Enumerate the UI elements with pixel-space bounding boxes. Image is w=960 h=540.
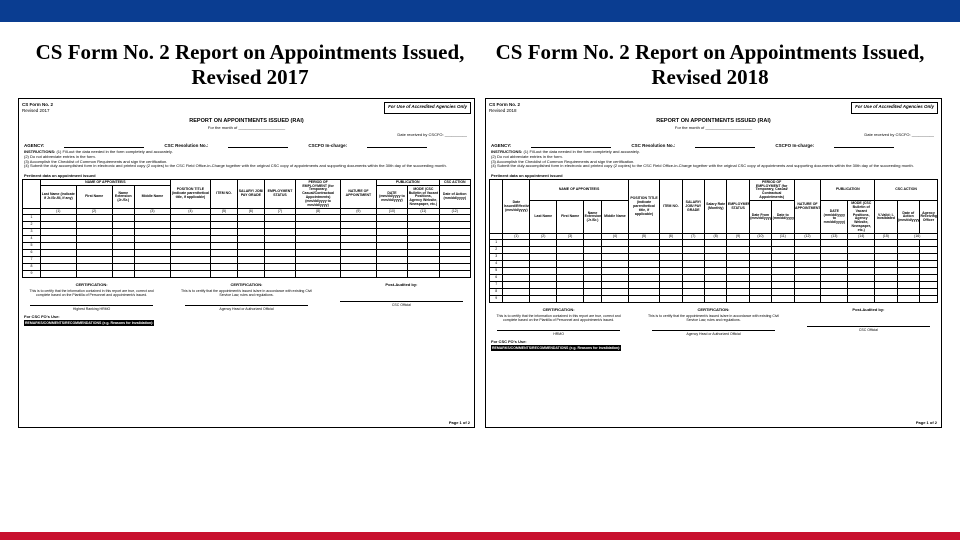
post-head-2018: Post-Audited by: bbox=[799, 307, 938, 312]
form-2018: CS Form No. 2 Revised 2018 For Use of Ac… bbox=[485, 98, 942, 428]
col18-position: POSITION TITLE (indicate parenthetical t… bbox=[628, 180, 659, 234]
sig1-2017: Highest Ranking HRMO bbox=[30, 305, 153, 311]
post-head-2017: Post-Audited by: bbox=[332, 282, 471, 287]
cscres-blank bbox=[228, 143, 288, 148]
col18-nature: NATURE OF APPOINTMENT bbox=[794, 180, 821, 234]
month-line-2017: For the month of _____________________ bbox=[22, 125, 471, 130]
accredited-box-2017: For Use of Accredited Agencies Only bbox=[384, 102, 471, 114]
cscfo-2018: CSCFO In-charge: bbox=[775, 143, 814, 148]
col-position: POSITION TITLE (indicate parenthetical t… bbox=[170, 180, 210, 209]
col-last: Last Name (indicate if Jr./Sr./III, if a… bbox=[40, 186, 76, 209]
cert-head2-2018: CERTIFICATION: bbox=[644, 307, 783, 312]
cscres-blank18 bbox=[695, 143, 755, 148]
csc-res-2018: CSC Resolution No.: bbox=[631, 143, 675, 148]
agency-label-2018: AGENCY: bbox=[491, 143, 511, 148]
titles-row: CS Form No. 2 Report on Appointments Iss… bbox=[0, 22, 960, 98]
sig1-2018: HRMO bbox=[497, 330, 620, 336]
agency-label-2017: AGENCY: bbox=[24, 143, 44, 148]
col18-middle: Middle Name bbox=[601, 201, 628, 234]
col18-cscaction: CSC ACTION bbox=[875, 180, 938, 201]
col18-pubdate: DATE (mm/dd/yyyy to mm/dd/yyyy) bbox=[821, 201, 848, 234]
sig3-2017: CSC Official bbox=[340, 301, 463, 307]
date-recv-2017: Date received by CSCFO: __________ bbox=[26, 132, 467, 137]
col-ext: Name Extension (Jr./Sr.) bbox=[112, 186, 134, 209]
agency-blank bbox=[64, 143, 144, 148]
report-title-2018: REPORT ON APPOINTMENTS ISSUED (RAI) bbox=[489, 118, 938, 124]
title-2017: CS Form No. 2 Report on Appointments Iss… bbox=[29, 40, 471, 90]
col18-first: First Name bbox=[557, 201, 584, 234]
col18-from: Date From (mm/dd/yyyy) bbox=[749, 201, 771, 234]
table-2017: NAME OF APPOINTEE/S POSITION TITLE (indi… bbox=[22, 179, 471, 278]
col-salary: SALARY/ JOB/ PAY GRADE bbox=[237, 180, 264, 209]
cert-body2-2017: This is to certify that the appointment/… bbox=[177, 289, 316, 297]
accredited-box-2018: For Use of Accredited Agencies Only bbox=[851, 102, 938, 114]
pertinent-2017: Pertinent data on appointment issued bbox=[24, 173, 469, 178]
col-first: First Name bbox=[76, 186, 112, 209]
col-period: PERIOD OF EMPLOYMENT (for Temporary, Cas… bbox=[296, 180, 341, 209]
report-title-2017: REPORT ON APPOINTMENTS ISSUED (RAI) bbox=[22, 118, 471, 124]
col18-dateissued: Date Issued/Effectivity (mm/dd/yyyy) bbox=[503, 180, 530, 234]
page-2018: Page 1 of 2 bbox=[916, 420, 937, 425]
cscfo-2017: CSCFO In-charge: bbox=[308, 143, 347, 148]
col-dateaction: Date of Action (mm/dd/yyyy) bbox=[439, 186, 470, 209]
col-pubdate: DATE (mm/dd/yyyy to mm/dd/yyyy) bbox=[376, 186, 407, 209]
col18-ext: Name Extension (Jr./Sr.) bbox=[584, 201, 602, 234]
instr4-2018: (4) Submit the duly accomplished form in… bbox=[491, 163, 914, 168]
col-nature: NATURE OF APPOINTMENT bbox=[341, 180, 377, 209]
col-middle: Middle Name bbox=[134, 186, 170, 209]
agency-blank18 bbox=[531, 143, 611, 148]
col18-item: ITEM NO. bbox=[660, 180, 682, 234]
sig2-2018: Agency Head or Authorized Official bbox=[652, 330, 775, 336]
sig3-2018: CSC Official bbox=[807, 326, 930, 332]
csc-res-2017: CSC Resolution No.: bbox=[164, 143, 208, 148]
remarks-2018: REMARKS/COMMENTS/RECOMMENDATIONS (e.g. R… bbox=[491, 345, 621, 351]
cert-body2-2018: This is to certify that the appointment/… bbox=[644, 314, 783, 322]
table-2018: Date Issued/Effectivity (mm/dd/yyyy) NAM… bbox=[489, 179, 938, 303]
cert-body1-2017: This is to certify that the information … bbox=[22, 289, 161, 297]
cert-body1-2018: This is to certify that the information … bbox=[489, 314, 628, 322]
revised-2018: Revised 2018 bbox=[489, 108, 520, 114]
col-pubmode: MODE (CSC Bulletin of Vacant Positions, … bbox=[408, 186, 439, 209]
col18-appointee: NAME OF APPOINTEE/S bbox=[530, 180, 629, 201]
pertinent-2018: Pertinent data on appointment issued bbox=[491, 173, 936, 178]
forms-row: CS Form No. 2 Revised 2017 For Use of Ac… bbox=[0, 98, 960, 428]
bottom-banner bbox=[0, 532, 960, 540]
sig2-2017: Agency Head or Authorized Official bbox=[185, 305, 308, 311]
date-recv-2018: Date received by CSCFO: __________ bbox=[493, 132, 934, 137]
col18-pubmode: MODE (CSC Bulletin of Vacant Positions, … bbox=[848, 201, 875, 234]
revised-2017: Revised 2017 bbox=[22, 108, 53, 114]
postaudit-2017: For CSC FO's Use: bbox=[24, 314, 469, 319]
col18-pub: PUBLICATION bbox=[821, 180, 875, 201]
page-2017: Page 1 of 2 bbox=[449, 420, 470, 425]
col-emp: EMPLOYMENT STATUS bbox=[264, 180, 295, 209]
instr4-2017: (4) Submit the duly accomplished form in… bbox=[24, 163, 447, 168]
cert-head1-2017: CERTIFICATION: bbox=[22, 282, 161, 287]
col18-dateaction: Date of Action (mm/dd/yyyy) bbox=[897, 201, 919, 234]
cert-head2-2017: CERTIFICATION: bbox=[177, 282, 316, 287]
col18-vi: V-Valid; I-Invalidated bbox=[875, 201, 897, 234]
form-2017: CS Form No. 2 Revised 2017 For Use of Ac… bbox=[18, 98, 475, 428]
postaudit-2018: For CSC FO's Use: bbox=[491, 339, 936, 344]
remarks-2017: REMARKS/COMMENTS/RECOMMENDATIONS (e.g. R… bbox=[24, 320, 154, 326]
col18-to: Date to (mm/dd/yyyy) bbox=[772, 201, 794, 234]
col18-emp: EMPLOYMENT STATUS bbox=[727, 180, 749, 234]
col18-salary: SALARY/ JOB/ PAY GRADE bbox=[682, 180, 704, 234]
month-line-2018: For the month of _____________________ bbox=[489, 125, 938, 130]
cscfo-blank18 bbox=[834, 143, 894, 148]
col18-agencyno: Agency Receiving Officer bbox=[919, 201, 937, 234]
col18-last: Last Name bbox=[530, 201, 557, 234]
col18-sg: Salary Rate (Monthly) bbox=[704, 180, 726, 234]
col18-period: PERIOD OF EMPLOYMENT (for Temporary, Cas… bbox=[749, 180, 794, 201]
cert-head1-2018: CERTIFICATION: bbox=[489, 307, 628, 312]
title-2018: CS Form No. 2 Report on Appointments Iss… bbox=[489, 40, 931, 90]
col-item: ITEM NO. bbox=[211, 180, 238, 209]
cscfo-blank bbox=[367, 143, 427, 148]
top-banner bbox=[0, 0, 960, 22]
